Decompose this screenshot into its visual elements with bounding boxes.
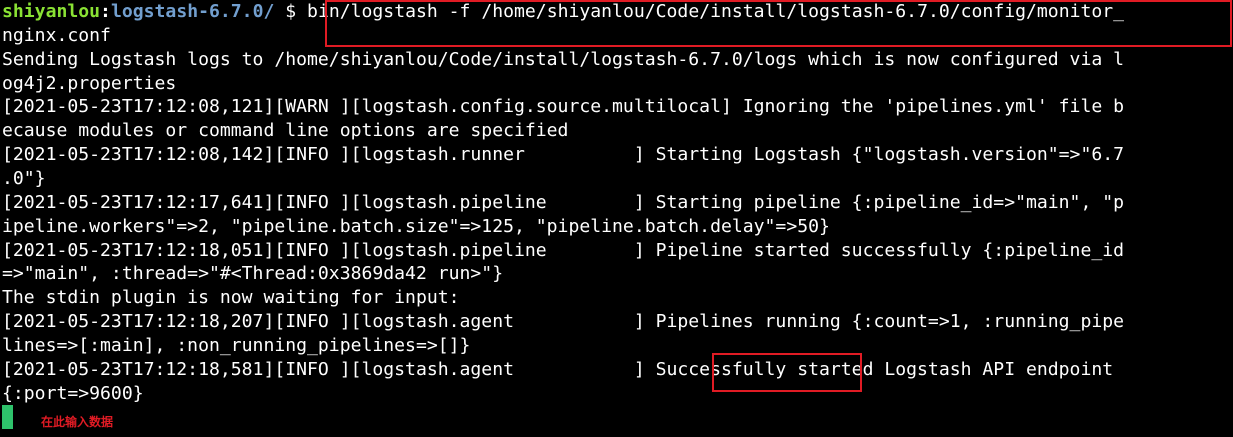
input-annotation: 在此输入数据 [41,415,114,429]
prompt-dollar: $ [274,1,308,22]
terminal-cursor[interactable] [2,405,13,429]
prompt-separator: : [100,1,111,22]
output-line: {:port=>9600} [2,382,144,404]
output-line: nginx.conf [2,24,111,46]
output-line: [2021-05-23T17:12:08,142][INFO ][logstas… [2,144,1125,166]
output-line: lines=>[:main], :non_running_pipelines=>… [2,334,471,356]
output-line: .0"} [2,167,46,189]
output-line: ipeline.workers"=>2, "pipeline.batch.siz… [2,215,830,237]
prompt-line: shiyanlou:logstash-6.7.0/ $ bin/logstash… [2,0,1124,24]
output-line: [2021-05-23T17:12:18,581][INFO ][logstas… [2,358,1125,380]
prompt-user: shiyanlou [2,1,101,22]
output-line: The stdin plugin is now waiting for inpu… [2,287,460,309]
output-line: Sending Logstash logs to /home/shiyanlou… [2,48,1125,70]
output-line: [2021-05-23T17:12:18,207][INFO ][logstas… [2,311,1125,333]
prompt-path: logstash-6.7.0/ [110,1,275,22]
output-line: =>"main", :thread=>"#<Thread:0x3869da42 … [2,263,504,285]
output-line: [2021-05-23T17:12:18,051][INFO ][logstas… [2,239,1125,261]
terminal-window[interactable]: shiyanlou:logstash-6.7.0/ $ bin/logstash… [0,0,1233,437]
output-line: og4j2.properties [2,72,177,94]
command-text: bin/logstash -f /home/shiyanlou/Code/ins… [307,1,1125,22]
output-line: ecause modules or command line options a… [2,120,569,142]
output-line: [2021-05-23T17:12:08,121][WARN ][logstas… [2,96,1125,118]
output-line: [2021-05-23T17:12:17,641][INFO ][logstas… [2,191,1125,213]
